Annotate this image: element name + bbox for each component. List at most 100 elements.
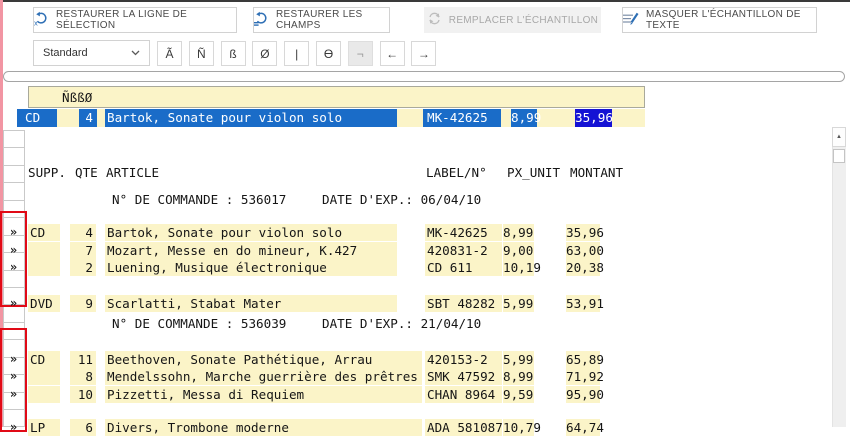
col-header-article: ARTICLE <box>106 164 159 181</box>
label-no-cell[interactable]: SBT 48282 <box>425 295 502 312</box>
supp-cell[interactable] <box>28 259 60 276</box>
row-marker[interactable]: » <box>3 351 24 368</box>
label-no-cell[interactable]: MK-42625 <box>425 224 502 241</box>
supp-cell[interactable] <box>28 386 60 403</box>
selection-row[interactable]: CD 4 Bartok, Sonate pour violon solo MK-… <box>17 109 645 127</box>
row-marker[interactable]: » <box>3 295 24 312</box>
supp-cell[interactable] <box>28 368 60 385</box>
qte-cell[interactable]: 10 <box>70 386 96 403</box>
restore-line-icon: x <box>34 11 49 29</box>
scroll-up-button[interactable]: ▲ <box>832 127 846 147</box>
montant-cell[interactable]: 35,96 <box>566 224 600 241</box>
sample-title-band[interactable]: ÑßßØ <box>28 86 645 108</box>
qte-cell[interactable]: 6 <box>70 419 96 436</box>
report-item-row[interactable]: » 8 Mendelssohn, Marche guerrière des prêt… <box>0 368 850 385</box>
char-button-6: ¬ <box>348 41 373 66</box>
char-button-5[interactable]: Ɵ <box>316 41 341 66</box>
article-cell[interactable]: Mendelssohn, Marche guerrière des prêtre… <box>105 368 422 385</box>
vertical-scrollbar-thumb[interactable] <box>833 149 845 163</box>
supp-cell[interactable]: CD <box>28 224 60 241</box>
article-cell[interactable]: Divers, Trombone moderne <box>105 419 422 436</box>
px-unit-cell[interactable]: 9,00 <box>503 242 534 259</box>
qte-cell[interactable]: 4 <box>70 224 96 241</box>
col-header-qte: QTE <box>75 164 98 181</box>
style-dropdown-value: Standard <box>43 47 88 59</box>
px-unit-cell[interactable]: 5,99 <box>503 295 534 312</box>
selection-article-cell[interactable]: Bartok, Sonate pour violon solo <box>105 109 397 127</box>
px-unit-cell[interactable]: 10,79 <box>503 419 534 436</box>
restore-selection-line-button[interactable]: x RESTAURER LA LIGNE DE SÉLECTION <box>33 7 237 33</box>
article-cell[interactable]: Bartok, Sonate pour violon solo <box>105 224 397 241</box>
qte-cell[interactable]: 9 <box>70 295 96 312</box>
chevron-down-icon <box>131 47 140 59</box>
supp-cell[interactable]: CD <box>28 351 60 368</box>
article-cell[interactable]: Pizzetti, Messa di Requiem <box>105 386 422 403</box>
report-item-row[interactable]: »CD 11 Beethoven, Sonate Pathétique, Arrau… <box>0 351 850 368</box>
montant-cell[interactable]: 53,91 <box>566 295 600 312</box>
report-item-row[interactable]: » 7 Mozart, Messe en do mineur, K.427 42083… <box>0 242 850 259</box>
row-marker[interactable]: » <box>3 368 24 385</box>
px-unit-cell[interactable]: 10,19 <box>503 259 534 276</box>
qte-cell[interactable]: 11 <box>70 351 96 368</box>
montant-cell[interactable]: 63,00 <box>566 242 600 259</box>
label-no-cell[interactable]: CHAN 8964 <box>425 386 502 403</box>
style-dropdown[interactable]: Standard <box>33 40 150 66</box>
report-item-row[interactable]: »DVD 9 Scarlatti, Stabat Mater SBT 482825,9… <box>0 295 850 312</box>
montant-cell[interactable]: 64,74 <box>566 419 600 436</box>
article-cell[interactable]: Mozart, Messe en do mineur, K.427 <box>105 242 397 259</box>
montant-cell[interactable]: 20,38 <box>566 259 600 276</box>
row-marker[interactable]: » <box>3 259 24 276</box>
selection-supp-cell[interactable]: CD <box>17 109 57 127</box>
order-header-line: N° DE COMMANDE : 536017DATE D'EXP.: 06/0… <box>0 191 850 208</box>
qte-cell[interactable]: 7 <box>70 242 96 259</box>
montant-cell[interactable]: 71,92 <box>566 368 600 385</box>
hide-sample-text-button[interactable]: MASQUER L'ÉCHANTILLON DE TEXTE <box>622 7 817 33</box>
qte-cell[interactable]: 2 <box>70 259 96 276</box>
row-marker[interactable]: » <box>3 224 24 241</box>
label-no-cell[interactable]: 420831-2 <box>425 242 502 259</box>
article-cell[interactable]: Scarlatti, Stabat Mater <box>105 295 397 312</box>
label-no-cell[interactable]: CD 611 <box>425 259 502 276</box>
vertical-scrollbar-track[interactable] <box>832 127 846 427</box>
char-button-1[interactable]: Ñ <box>189 41 214 66</box>
supp-cell[interactable]: DVD <box>28 295 60 312</box>
selection-qte-cell[interactable]: 4 <box>79 109 97 127</box>
selection-label-cell[interactable]: MK-42625 <box>423 109 501 127</box>
supp-cell[interactable] <box>28 242 60 259</box>
montant-cell[interactable]: 65,89 <box>566 351 600 368</box>
px-unit-cell[interactable]: 5,99 <box>503 351 534 368</box>
report-item-row[interactable]: » 10 Pizzetti, Messa di RequiemCHAN 89649,… <box>0 386 850 403</box>
char-button-2[interactable]: ß <box>221 41 246 66</box>
char-button-4[interactable]: | <box>284 41 309 66</box>
report-item-row[interactable]: »CD 4 Bartok, Sonate pour violon solo MK-42… <box>0 224 850 241</box>
horizontal-scrollbar[interactable] <box>3 71 845 82</box>
supp-cell[interactable]: LP <box>28 419 60 436</box>
report-item-row[interactable]: »LP 6 Divers, Trombone moderneADA 58108710… <box>0 419 850 436</box>
px-unit-cell[interactable]: 9,59 <box>503 386 534 403</box>
row-marker[interactable]: » <box>3 419 24 436</box>
char-button-3[interactable]: Ø <box>252 41 277 66</box>
label-no-cell[interactable]: ADA 581087 <box>425 419 502 436</box>
article-cell[interactable]: Beethoven, Sonate Pathétique, Arrau <box>105 351 422 368</box>
report-item-row[interactable]: » 2 Luening, Musique électronique CD 61110,… <box>0 259 850 276</box>
px-unit-cell[interactable]: 8,99 <box>503 224 534 241</box>
restore-fields-button[interactable]: RESTAURER LES CHAMPS <box>253 7 390 33</box>
selection-montant-cell[interactable]: 35,96 <box>575 109 612 127</box>
montant-cell[interactable]: 95,90 <box>566 386 600 403</box>
char-button-7[interactable]: ← <box>380 41 405 66</box>
replace-sample-icon <box>427 11 442 29</box>
column-header-row: SUPP. QTE ARTICLE LABEL/N° PX_UNIT MONTA… <box>0 164 850 181</box>
article-cell[interactable]: Luening, Musique électronique <box>105 259 397 276</box>
selection-pxunit-cell[interactable]: 8,99 <box>511 109 537 127</box>
qte-cell[interactable]: 8 <box>70 368 96 385</box>
col-header-pxunit: PX_UNIT <box>507 164 560 181</box>
row-marker[interactable]: » <box>3 386 24 403</box>
row-marker[interactable]: » <box>3 242 24 259</box>
label-no-cell[interactable]: 420153-2 <box>425 351 502 368</box>
px-unit-cell[interactable]: 8,99 <box>503 368 534 385</box>
char-button-0[interactable]: Ã <box>157 41 182 66</box>
order-number-text: N° DE COMMANDE : 536017 <box>112 191 286 208</box>
order-header-line: N° DE COMMANDE : 536039DATE D'EXP.: 21/0… <box>0 315 850 332</box>
char-button-8[interactable]: → <box>411 41 436 66</box>
label-no-cell[interactable]: SMK 47592 <box>425 368 502 385</box>
